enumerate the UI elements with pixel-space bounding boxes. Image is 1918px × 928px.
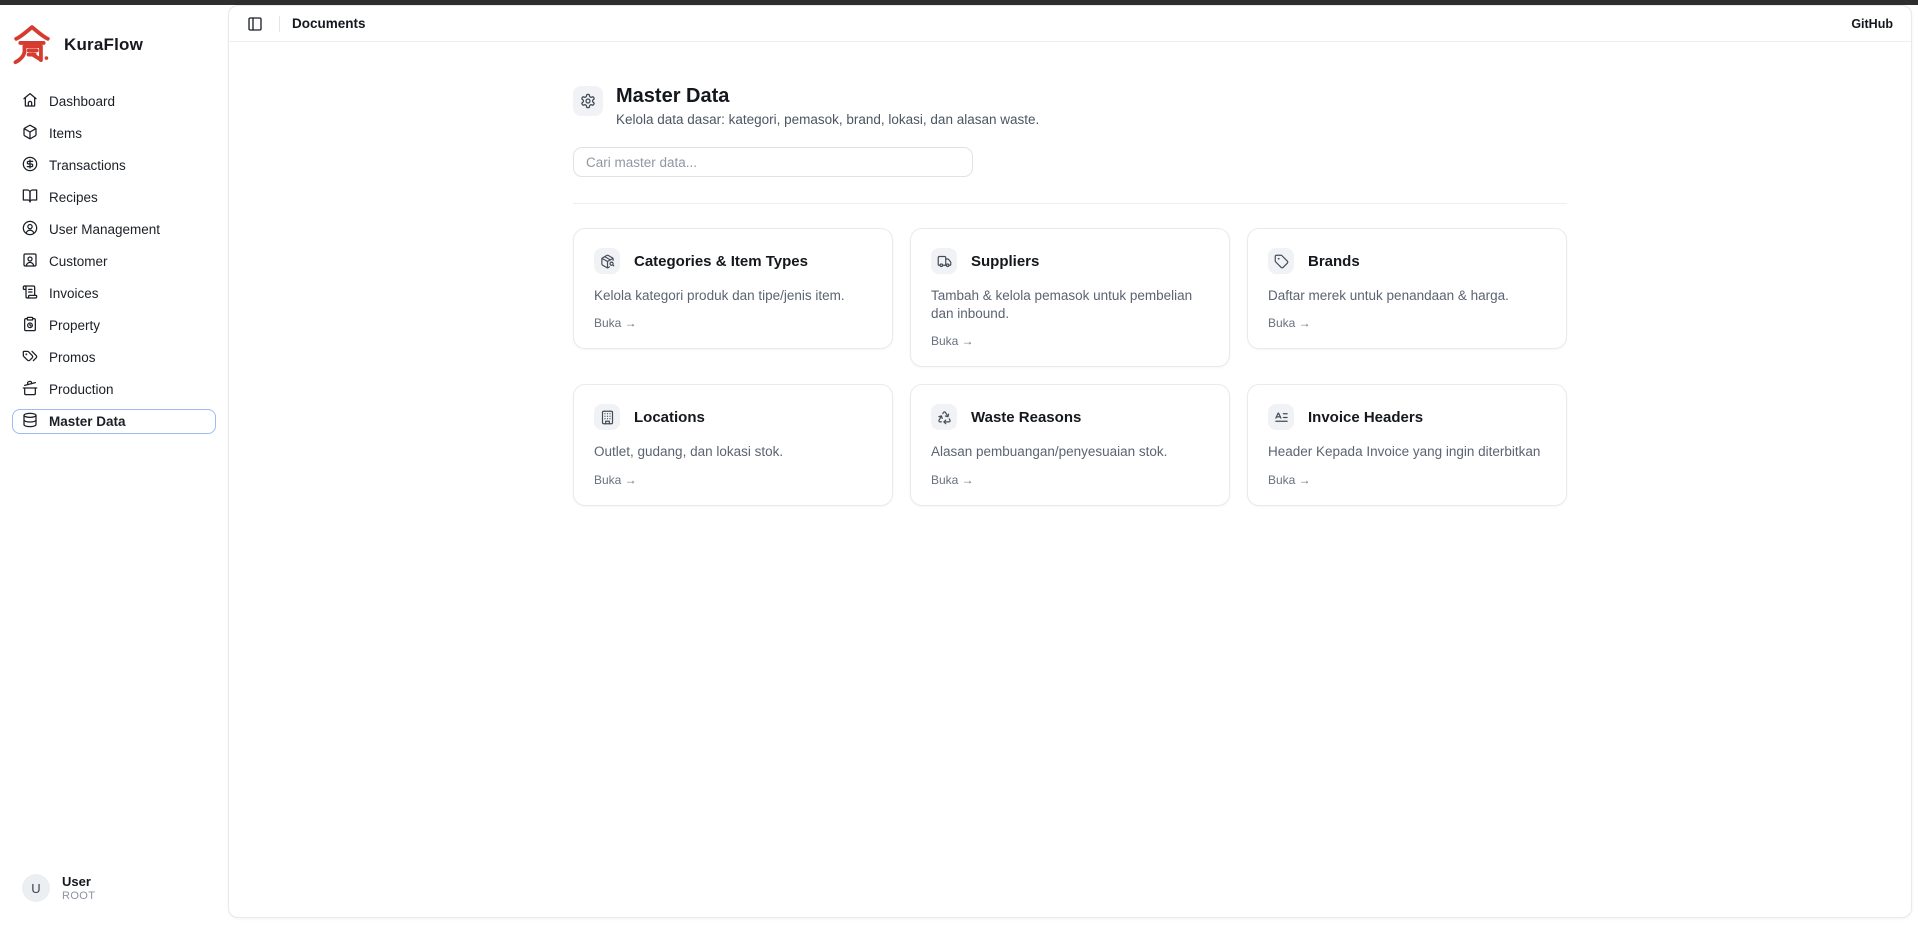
truck-icon xyxy=(931,248,957,274)
avatar: U xyxy=(22,874,50,902)
tags-icon xyxy=(22,348,38,367)
sidebar-item-transactions[interactable]: Transactions xyxy=(12,153,216,178)
github-link[interactable]: GitHub xyxy=(1851,17,1893,31)
page-subtitle: Kelola data dasar: kategori, pemasok, br… xyxy=(616,112,1039,127)
card-open-link[interactable]: Buka → xyxy=(594,473,872,487)
sidebar: KuraFlow Dashboard Items Transactions Re… xyxy=(0,5,228,928)
card-description: Outlet, gudang, dan lokasi stok. xyxy=(594,443,872,461)
card-title: Waste Reasons xyxy=(971,409,1081,426)
page-head: Master Data Kelola data dasar: kategori,… xyxy=(573,86,1567,127)
panel-left-icon xyxy=(247,16,263,32)
letter-text-icon xyxy=(1268,404,1294,430)
card-title: Locations xyxy=(634,409,705,426)
sidebar-item-production[interactable]: Production xyxy=(12,377,216,402)
app-title: KuraFlow xyxy=(64,35,143,55)
sidebar-item-customer[interactable]: Customer xyxy=(12,249,216,274)
database-icon xyxy=(22,412,38,431)
sidebar-toggle-button[interactable] xyxy=(243,12,267,36)
card-title: Suppliers xyxy=(971,253,1039,270)
search-input[interactable] xyxy=(573,147,973,177)
package-icon xyxy=(22,124,38,143)
user-section[interactable]: U User ROOT xyxy=(0,874,228,928)
circle-dollar-icon xyxy=(22,156,38,175)
user-badge-icon xyxy=(22,220,38,239)
card-categories-item-types[interactable]: Categories & Item Types Kelola kategori … xyxy=(573,228,893,349)
sidebar-item-dashboard[interactable]: Dashboard xyxy=(12,89,216,114)
card-suppliers[interactable]: Suppliers Tambah & kelola pemasok untuk … xyxy=(910,228,1230,367)
master-data-grid: Categories & Item Types Kelola kategori … xyxy=(573,228,1567,506)
sidebar-item-user-management[interactable]: User Management xyxy=(12,217,216,242)
card-description: Kelola kategori produk dan tipe/jenis it… xyxy=(594,287,872,305)
card-title: Invoice Headers xyxy=(1308,409,1423,426)
page-title: Master Data xyxy=(616,86,1039,107)
home-icon xyxy=(22,92,38,111)
sidebar-item-promos[interactable]: Promos xyxy=(12,345,216,370)
sidebar-item-items[interactable]: Items xyxy=(12,121,216,146)
card-open-link[interactable]: Buka → xyxy=(931,334,1209,348)
contact-card-icon xyxy=(22,252,38,271)
card-description: Tambah & kelola pemasok untuk pembelian … xyxy=(931,287,1209,323)
kuraflow-logo-icon xyxy=(10,22,54,68)
card-title: Categories & Item Types xyxy=(634,253,808,270)
main-header: Documents GitHub xyxy=(229,6,1911,42)
card-description: Alasan pembuangan/penyesuaian stok. xyxy=(931,443,1209,461)
card-open-link[interactable]: Buka → xyxy=(594,316,872,330)
card-title: Brands xyxy=(1308,253,1360,270)
section-divider xyxy=(573,203,1567,204)
main-panel: Documents GitHub Master Data Kelola data… xyxy=(228,5,1912,918)
package-search-icon xyxy=(594,248,620,274)
user-role: ROOT xyxy=(62,890,95,902)
sidebar-item-invoices[interactable]: Invoices xyxy=(12,281,216,306)
cooking-pot-icon xyxy=(22,380,38,399)
book-open-icon xyxy=(22,188,38,207)
recycle-icon xyxy=(931,404,957,430)
card-locations[interactable]: Locations Outlet, gudang, dan lokasi sto… xyxy=(573,384,893,505)
card-invoice-headers[interactable]: Invoice Headers Header Kepada Invoice ya… xyxy=(1247,384,1567,505)
card-brands[interactable]: Brands Daftar merek untuk penandaan & ha… xyxy=(1247,228,1567,349)
card-open-link[interactable]: Buka → xyxy=(1268,473,1546,487)
content: Master Data Kelola data dasar: kategori,… xyxy=(573,42,1567,506)
tag-icon xyxy=(1268,248,1294,274)
scroll-icon xyxy=(22,284,38,303)
card-open-link[interactable]: Buka → xyxy=(931,473,1209,487)
card-description: Daftar merek untuk penandaan & harga. xyxy=(1268,287,1546,305)
gear-icon xyxy=(573,86,603,116)
breadcrumb: Documents xyxy=(292,16,366,31)
sidebar-item-master-data[interactable]: Master Data xyxy=(12,409,216,434)
clipboard-clock-icon xyxy=(22,316,38,335)
card-waste-reasons[interactable]: Waste Reasons Alasan pembuangan/penyesua… xyxy=(910,384,1230,505)
card-open-link[interactable]: Buka → xyxy=(1268,316,1546,330)
building-icon xyxy=(594,404,620,430)
header-separator xyxy=(279,16,280,32)
card-description: Header Kepada Invoice yang ingin diterbi… xyxy=(1268,443,1546,461)
sidebar-item-recipes[interactable]: Recipes xyxy=(12,185,216,210)
brand: KuraFlow xyxy=(0,5,228,85)
user-name: User xyxy=(62,874,95,890)
sidebar-item-property[interactable]: Property xyxy=(12,313,216,338)
sidebar-nav: Dashboard Items Transactions Recipes Use… xyxy=(0,85,228,434)
